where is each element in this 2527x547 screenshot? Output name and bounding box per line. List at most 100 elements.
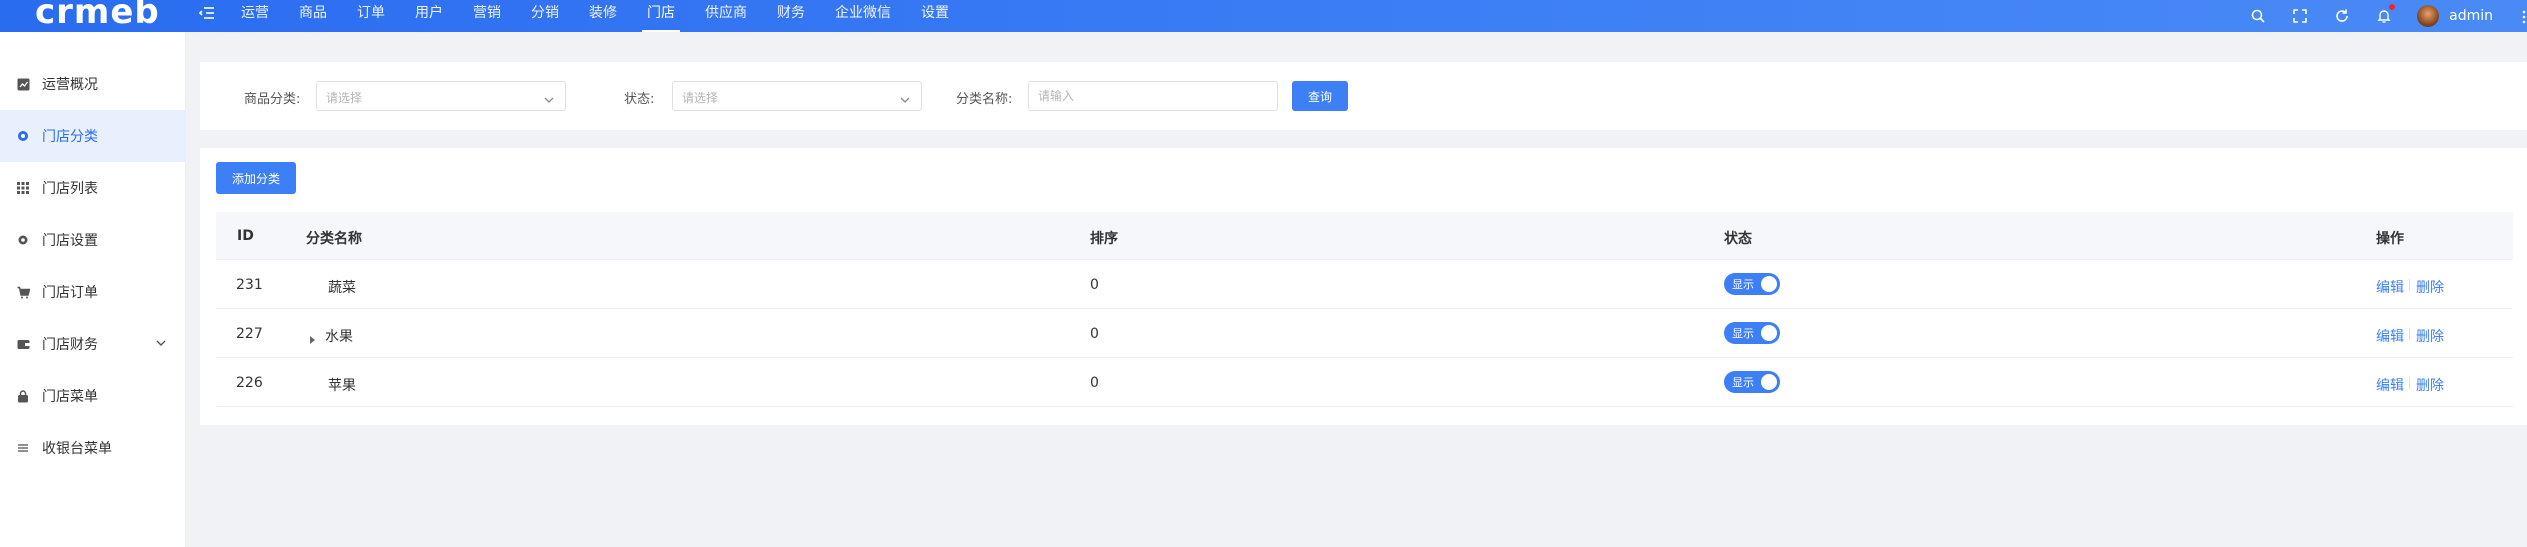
sidebar-item-label: 门店设置: [42, 233, 98, 249]
column-header-status: 状态: [1724, 231, 1752, 247]
edit-link[interactable]: 编辑: [2376, 375, 2404, 395]
category-select[interactable]: 请选择: [316, 81, 566, 111]
top-navigation: 运营 商品 订单 用户 营销 分销 装修 门店 供应商 财务 企业微信 设置: [226, 0, 964, 32]
expand-arrow-icon[interactable]: [308, 329, 316, 344]
status-toggle[interactable]: 显示: [1724, 371, 1780, 393]
sidebar-item-store-settings[interactable]: 门店设置: [0, 214, 185, 266]
cell-sort: 0: [1090, 277, 1099, 293]
sidebar-item-label: 门店列表: [42, 181, 98, 197]
cell-sort: 0: [1090, 375, 1099, 391]
query-button[interactable]: 查询: [1292, 81, 1348, 111]
more-vertical-icon[interactable]: [2521, 9, 2527, 24]
edit-link[interactable]: 编辑: [2376, 277, 2404, 297]
table-row: 227 水果 0 显示 编辑 删除: [216, 309, 2513, 358]
nav-item-yunying[interactable]: 运营: [226, 0, 284, 32]
nav-item-yingxiao[interactable]: 营销: [458, 0, 516, 32]
status-toggle[interactable]: 显示: [1724, 322, 1780, 344]
add-category-button[interactable]: 添加分类: [216, 162, 296, 194]
nav-item-mendian[interactable]: 门店: [632, 0, 690, 32]
header-actions: admin: [2249, 0, 2527, 32]
status-label: 状态:: [624, 92, 655, 107]
sidebar-item-store-category[interactable]: 门店分类: [0, 110, 185, 162]
status-toggle-text: 显示: [1732, 278, 1754, 291]
category-placeholder: 请选择: [326, 91, 363, 105]
table-header: ID 分类名称 排序 状态 操作: [216, 212, 2513, 260]
sidebar-item-store-orders[interactable]: 门店订单: [0, 266, 185, 318]
sidebar-item-store-list[interactable]: 门店列表: [0, 162, 185, 214]
search-panel: 商品分类: 请选择 状态: 请选择 分类名称: 查询: [200, 62, 2527, 130]
cell-id: 231: [236, 277, 263, 293]
category-table: ID 分类名称 排序 状态 操作 231 蔬菜 0 显示 编辑 删除 227 水…: [216, 212, 2513, 407]
nav-item-qiyeweixin[interactable]: 企业微信: [820, 0, 906, 32]
sidebar: 运营概况 门店分类 门店列表 门店设置 门店订单 门店财务 门店菜单 收银台菜单: [0, 32, 186, 547]
cell-name: 苹果: [328, 378, 356, 394]
cart-icon: [16, 285, 30, 299]
cell-id: 227: [236, 326, 263, 342]
action-divider: [2409, 328, 2410, 340]
nav-item-shangpin[interactable]: 商品: [284, 0, 342, 32]
nav-item-caiwu[interactable]: 财务: [762, 0, 820, 32]
toggle-knob: [1761, 276, 1777, 292]
nav-item-dingdan[interactable]: 订单: [342, 0, 400, 32]
column-header-sort: 排序: [1090, 231, 1118, 247]
sidebar-item-label: 收银台菜单: [42, 441, 112, 457]
delete-link[interactable]: 删除: [2416, 326, 2444, 346]
table-row: 231 蔬菜 0 显示 编辑 删除: [216, 260, 2513, 309]
sidebar-item-label: 门店菜单: [42, 389, 98, 405]
table-row: 226 苹果 0 显示 编辑 删除: [216, 358, 2513, 407]
toggle-knob: [1761, 374, 1777, 390]
category-name-input[interactable]: [1028, 81, 1278, 111]
nav-item-yonghu[interactable]: 用户: [400, 0, 458, 32]
status-toggle-text: 显示: [1732, 376, 1754, 389]
fullscreen-icon[interactable]: [2291, 7, 2309, 25]
nav-item-fenxiao[interactable]: 分销: [516, 0, 574, 32]
gear-icon: [16, 233, 30, 247]
sidebar-item-cashier-menu[interactable]: 收银台菜单: [0, 422, 185, 474]
chevron-down-icon[interactable]: [155, 337, 167, 349]
user-name[interactable]: admin: [2449, 5, 2493, 27]
delete-link[interactable]: 删除: [2416, 277, 2444, 297]
brand-logo[interactable]: crmeb: [35, 0, 159, 32]
bell-icon[interactable]: [2375, 4, 2396, 25]
column-header-id: ID: [237, 228, 254, 244]
cell-name: 蔬菜: [328, 280, 356, 296]
sidebar-item-store-finance[interactable]: 门店财务: [0, 318, 185, 370]
wallet-icon: [16, 337, 30, 351]
cell-id: 226: [236, 375, 263, 391]
nav-item-zhuangxiu[interactable]: 装修: [574, 0, 632, 32]
menu-icon: [16, 441, 30, 455]
action-divider: [2409, 377, 2410, 389]
column-header-name: 分类名称: [306, 231, 362, 247]
sidebar-item-label: 门店分类: [42, 129, 98, 145]
chevron-down-icon: [543, 91, 555, 103]
status-placeholder: 请选择: [682, 91, 719, 105]
sidebar-item-store-menu[interactable]: 门店菜单: [0, 370, 185, 422]
search-icon[interactable]: [2249, 7, 2267, 25]
chart-icon: [16, 77, 30, 91]
status-toggle-text: 显示: [1732, 327, 1754, 340]
cell-sort: 0: [1090, 326, 1099, 342]
sidebar-item-label: 运营概况: [42, 77, 98, 93]
lock-icon: [16, 389, 30, 403]
grid-icon: [16, 181, 30, 195]
table-panel: 添加分类 ID 分类名称 排序 状态 操作 231 蔬菜 0 显示 编辑 删除 …: [200, 148, 2527, 425]
sidebar-item-overview[interactable]: 运营概况: [0, 58, 185, 110]
edit-link[interactable]: 编辑: [2376, 326, 2404, 346]
cell-name: 水果: [325, 329, 353, 345]
delete-link[interactable]: 删除: [2416, 375, 2444, 395]
chevron-down-icon: [899, 91, 911, 103]
avatar[interactable]: [2417, 5, 2440, 27]
nav-item-shezhi[interactable]: 设置: [906, 0, 964, 32]
status-select[interactable]: 请选择: [672, 81, 922, 111]
notification-dot: [2389, 4, 2396, 10]
refresh-icon[interactable]: [2333, 7, 2351, 25]
sidebar-item-label: 门店订单: [42, 285, 98, 301]
category-label: 商品分类:: [244, 92, 301, 107]
nav-item-gongyingshang[interactable]: 供应商: [690, 0, 762, 32]
column-header-actions: 操作: [2376, 231, 2404, 247]
circle-icon: [16, 129, 30, 143]
collapse-menu-icon[interactable]: [198, 4, 216, 22]
action-divider: [2409, 279, 2410, 291]
category-name-label: 分类名称:: [956, 92, 1013, 107]
status-toggle[interactable]: 显示: [1724, 273, 1780, 295]
